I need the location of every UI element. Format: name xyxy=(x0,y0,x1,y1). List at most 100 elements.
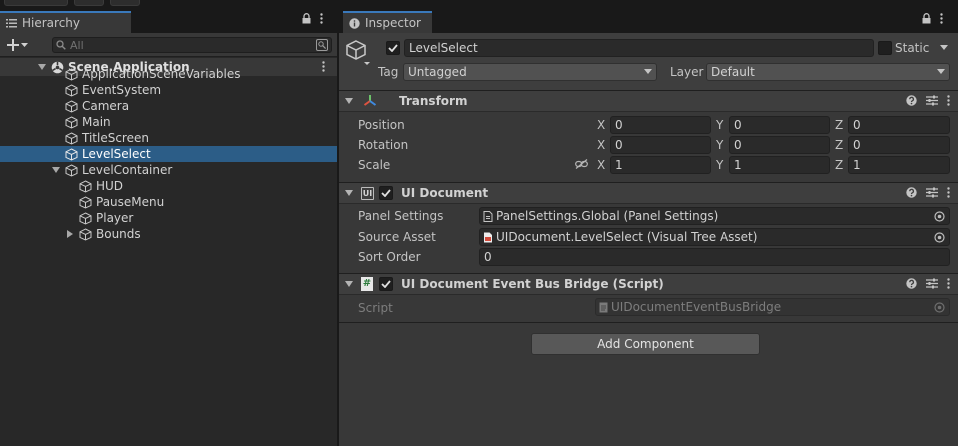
sort-order-field[interactable]: 0 xyxy=(479,248,950,266)
kebab-menu-icon[interactable] xyxy=(947,278,950,289)
hierarchy-search-input[interactable]: All xyxy=(52,37,332,53)
tab-inspector[interactable]: Inspector xyxy=(343,11,432,33)
source-asset-label: Source Asset xyxy=(358,230,436,244)
kebab-menu-icon[interactable] xyxy=(947,187,950,198)
constrain-proportions-link-icon[interactable] xyxy=(575,159,588,169)
hierarchy-item[interactable]: HUD xyxy=(0,178,337,194)
preset-sliders-icon[interactable] xyxy=(926,278,938,289)
static-checkbox[interactable] xyxy=(878,41,892,55)
tag-dropdown[interactable]: Untagged xyxy=(403,63,657,81)
tag-value: Untagged xyxy=(408,65,467,79)
transform-title: Transform xyxy=(399,94,468,108)
inspector-panel: Inspector LevelSelect Static Tag Untagge… xyxy=(339,8,958,446)
help-icon[interactable] xyxy=(906,95,917,106)
position-z-field[interactable]: 0 xyxy=(848,116,950,134)
lock-icon[interactable] xyxy=(302,13,311,24)
source-asset-value: UIDocument.LevelSelect (Visual Tree Asse… xyxy=(496,230,758,244)
gameobject-cube-icon xyxy=(79,211,92,225)
preset-sliders-icon[interactable] xyxy=(926,95,938,106)
kebab-menu-icon[interactable] xyxy=(320,13,323,24)
static-dropdown-icon[interactable] xyxy=(940,45,948,51)
preset-sliders-icon[interactable] xyxy=(926,187,938,198)
rotation-y-field[interactable]: 0 xyxy=(729,136,830,154)
layer-value: Default xyxy=(711,65,755,79)
active-checkbox[interactable] xyxy=(386,41,400,55)
hierarchy-item[interactable]: Player xyxy=(0,210,337,226)
kebab-menu-icon[interactable] xyxy=(940,13,943,24)
help-icon[interactable] xyxy=(906,187,917,198)
gameobject-name-field[interactable]: LevelSelect xyxy=(404,39,874,57)
search-filter-icon[interactable] xyxy=(316,39,328,51)
scale-x-field[interactable]: 1 xyxy=(610,156,711,174)
hierarchy-item-label: Camera xyxy=(82,99,130,113)
component-header-controls xyxy=(906,187,950,198)
script-asset-icon xyxy=(599,302,608,313)
tab-inspector-label: Inspector xyxy=(365,16,421,30)
gameobject-cube-icon xyxy=(79,227,92,241)
event-bus-bridge-enabled-checkbox[interactable] xyxy=(379,277,393,291)
hierarchy-item[interactable]: TitleScreen xyxy=(0,130,337,146)
expand-arrow-icon[interactable] xyxy=(52,166,60,174)
hierarchy-item-label: LevelSelect xyxy=(82,147,151,161)
ui-document-component-header[interactable]: UI UI Document xyxy=(339,182,958,204)
csharp-script-icon: # xyxy=(361,277,373,291)
hierarchy-item[interactable]: Bounds xyxy=(0,226,337,242)
tab-hierarchy[interactable]: Hierarchy xyxy=(0,11,131,33)
toolbar-button[interactable] xyxy=(74,0,104,6)
object-picker-icon[interactable] xyxy=(934,211,945,222)
panel-settings-object-field[interactable]: PanelSettings.Global (Panel Settings) xyxy=(479,207,950,225)
static-label: Static xyxy=(895,41,930,55)
transform-component-header[interactable]: Transform xyxy=(339,90,958,112)
chevron-down-icon xyxy=(644,69,652,75)
gameobject-large-icon[interactable] xyxy=(345,39,371,67)
gameobject-cube-icon xyxy=(79,179,92,193)
hierarchy-item-label: Main xyxy=(82,115,111,129)
info-icon xyxy=(349,17,360,29)
hierarchy-item[interactable]: LevelContainer xyxy=(0,162,337,178)
object-picker-icon[interactable] xyxy=(934,232,945,243)
kebab-menu-icon[interactable] xyxy=(947,95,950,106)
hierarchy-item[interactable]: Main xyxy=(0,114,337,130)
panel-settings-value: PanelSettings.Global (Panel Settings) xyxy=(496,209,719,223)
axis-y-label: Y xyxy=(716,158,724,172)
hierarchy-item[interactable]: PauseMenu xyxy=(0,194,337,210)
visual-tree-asset-icon xyxy=(483,232,493,243)
ui-document-enabled-checkbox[interactable] xyxy=(379,186,393,200)
create-button[interactable] xyxy=(7,37,39,53)
hierarchy-item-label: EventSystem xyxy=(82,83,162,97)
hierarchy-item-selected[interactable]: LevelSelect xyxy=(0,146,337,162)
object-picker-icon xyxy=(934,302,945,313)
rotation-x-field[interactable]: 0 xyxy=(610,136,711,154)
axis-x-label: X xyxy=(597,158,606,172)
scale-z-field[interactable]: 1 xyxy=(848,156,950,174)
gameobject-cube-icon xyxy=(65,131,78,145)
collapse-arrow-icon[interactable] xyxy=(66,230,74,238)
checkmark-icon xyxy=(388,44,398,52)
event-bus-bridge-component-header[interactable]: # UI Document Event Bus Bridge (Script) xyxy=(339,273,958,295)
rotation-z-field[interactable]: 0 xyxy=(848,136,950,154)
checkmark-icon xyxy=(381,280,391,288)
hierarchy-item[interactable]: ApplicationSceneVariables xyxy=(0,66,337,82)
foldout-arrow-icon[interactable] xyxy=(345,280,353,288)
toolbar-button[interactable] xyxy=(110,0,140,6)
axis-z-label: Z xyxy=(835,158,844,172)
layer-dropdown[interactable]: Default xyxy=(706,63,950,81)
hierarchy-item[interactable]: Camera xyxy=(0,98,337,114)
ui-document-title: UI Document xyxy=(401,186,489,200)
toolbar-button[interactable] xyxy=(4,0,68,6)
scale-label: Scale xyxy=(358,158,391,172)
hierarchy-item[interactable]: EventSystem xyxy=(0,82,337,98)
hierarchy-item-label: Bounds xyxy=(96,227,141,241)
source-asset-object-field[interactable]: UIDocument.LevelSelect (Visual Tree Asse… xyxy=(479,228,950,246)
lock-icon[interactable] xyxy=(922,13,931,24)
foldout-arrow-icon[interactable] xyxy=(345,189,353,197)
axis-y-label: Y xyxy=(716,118,724,132)
scale-y-field[interactable]: 1 xyxy=(729,156,830,174)
position-x-field[interactable]: 0 xyxy=(610,116,711,134)
help-icon[interactable] xyxy=(906,278,917,289)
gameobject-header: LevelSelect Static Tag Untagged Layer De… xyxy=(339,33,958,91)
position-y-field[interactable]: 0 xyxy=(729,116,830,134)
add-component-button[interactable]: Add Component xyxy=(531,333,760,355)
foldout-arrow-icon[interactable] xyxy=(345,97,353,105)
gameobject-cube-icon xyxy=(65,115,78,129)
